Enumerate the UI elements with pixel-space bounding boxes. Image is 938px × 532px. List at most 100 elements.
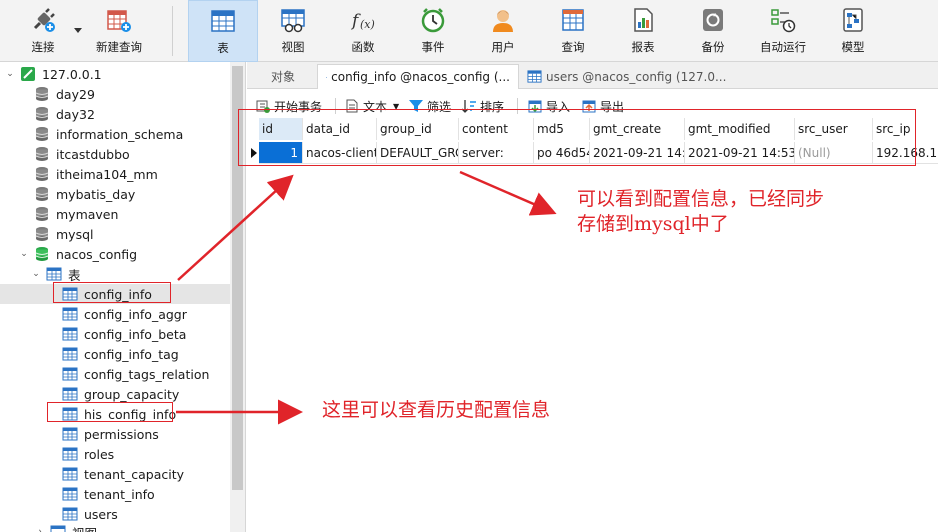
- table-icon: [62, 467, 78, 481]
- new-query-button[interactable]: 新建查询: [90, 0, 148, 62]
- collapse-icon[interactable]: ⌄: [18, 249, 30, 259]
- database-icon: [35, 127, 49, 141]
- collapse-icon[interactable]: ⌄: [30, 269, 42, 279]
- tree-database-itheima104-mm[interactable]: itheima104_mm: [34, 164, 158, 184]
- database-icon: [35, 227, 49, 241]
- database-icon: [35, 207, 49, 221]
- tree-table-config-info-beta[interactable]: config_info_beta: [62, 324, 186, 344]
- table-name: config_info_beta: [84, 326, 187, 342]
- collapse-icon[interactable]: ⌄: [4, 69, 16, 79]
- report-icon: [634, 8, 653, 32]
- tree-database-day29[interactable]: day29: [34, 84, 95, 104]
- event-button[interactable]: 事件: [403, 0, 463, 62]
- user-icon: [493, 10, 513, 32]
- folder-name: 表: [68, 267, 81, 283]
- tree-table-permissions[interactable]: permissions: [62, 424, 159, 444]
- tab-users[interactable]: users @nacos_config (127.0...: [519, 64, 734, 89]
- function-icon: f (x): [350, 11, 375, 31]
- annotation-note-2: 这里可以查看历史配置信息: [322, 399, 551, 421]
- table-name: tenant_info: [84, 486, 155, 502]
- table-icon: [527, 70, 542, 83]
- tree-table-roles[interactable]: roles: [62, 444, 114, 464]
- new-query-label: 新建查询: [96, 40, 142, 54]
- function-label: 函数: [351, 40, 375, 54]
- auto-run-icon: [771, 9, 796, 33]
- tree-table-users[interactable]: users: [62, 504, 118, 524]
- auto-run-button[interactable]: 自动运行: [753, 0, 813, 62]
- database-icon: [35, 87, 49, 101]
- database-icon: [35, 147, 49, 161]
- table-icon: [211, 10, 235, 32]
- table-button[interactable]: 表: [188, 0, 258, 62]
- connect-button[interactable]: 连接: [14, 0, 72, 62]
- database-name: mymaven: [56, 206, 119, 222]
- tree-database-information-schema[interactable]: information_schema: [34, 124, 183, 144]
- toolbar-divider: [172, 6, 173, 56]
- tree-connection[interactable]: ⌄ 127.0.0.1: [4, 64, 101, 84]
- view-icon: [50, 525, 66, 532]
- tab-bar: 对象 config_info @nacos_config (... users …: [247, 62, 938, 89]
- query-button[interactable]: 查询: [543, 0, 603, 62]
- tree-folder-views[interactable]: › 视图: [34, 522, 97, 532]
- tree-table-group-capacity[interactable]: group_capacity: [62, 384, 179, 404]
- model-label: 模型: [841, 40, 865, 54]
- table-icon: [62, 347, 78, 361]
- tree-table-config-info-aggr[interactable]: config_info_aggr: [62, 304, 187, 324]
- main-toolbar: 连接 新建查询 表 视图 f (x) 函数 事件 用户 查询 报表 备份 自动运…: [0, 0, 938, 62]
- tab-label: 对象: [271, 70, 296, 84]
- backup-button[interactable]: 备份: [683, 0, 743, 62]
- annotation-note-1-line-1: 可以看到配置信息，已经同步: [577, 188, 825, 210]
- tree-database-nacos-config[interactable]: ⌄ nacos_config: [18, 244, 137, 264]
- database-icon: [35, 107, 49, 121]
- table-name: permissions: [84, 426, 159, 442]
- table-icon: [62, 307, 78, 321]
- database-icon: [35, 167, 49, 181]
- plug-connect-icon: [33, 8, 55, 32]
- table-icon: [62, 367, 78, 381]
- table-icon: [62, 487, 78, 501]
- database-name: day29: [56, 86, 95, 102]
- tab-objects[interactable]: 对象: [263, 64, 303, 89]
- query-icon: [562, 9, 584, 31]
- table-label: 表: [217, 41, 229, 55]
- auto-run-label: 自动运行: [760, 40, 806, 54]
- table-icon: [62, 387, 78, 401]
- tree-table-tenant-info[interactable]: tenant_info: [62, 484, 155, 504]
- table-name: config_info_tag: [84, 346, 179, 362]
- expand-icon[interactable]: ›: [34, 527, 46, 532]
- database-icon: [35, 187, 49, 201]
- user-button[interactable]: 用户: [473, 0, 533, 62]
- tree-database-mysql[interactable]: mysql: [34, 224, 94, 244]
- new-query-icon: [107, 10, 131, 32]
- model-button[interactable]: 模型: [823, 0, 883, 62]
- tree-database-day32[interactable]: day32: [34, 104, 95, 124]
- user-label: 用户: [491, 40, 515, 54]
- clock-event-icon: [421, 8, 445, 33]
- table-icon: [62, 507, 78, 521]
- highlight-box-grid: [238, 109, 916, 166]
- view-button[interactable]: 视图: [263, 0, 323, 62]
- report-button[interactable]: 报表: [613, 0, 673, 62]
- tree-database-itcastdubbo[interactable]: itcastdubbo: [34, 144, 130, 164]
- table-name: config_tags_relation: [84, 366, 210, 382]
- tree-database-mymaven[interactable]: mymaven: [34, 204, 118, 224]
- database-open-icon: [35, 247, 49, 261]
- table-icon: [46, 267, 62, 281]
- tab-label: users @nacos_config (127.0...: [546, 69, 727, 84]
- database-name: nacos_config: [56, 246, 138, 262]
- tree-table-config-info-tag[interactable]: config_info_tag: [62, 344, 179, 364]
- tree-table-config-tags-relation[interactable]: config_tags_relation: [62, 364, 209, 384]
- database-name: itheima104_mm: [56, 166, 158, 182]
- database-name: information_schema: [56, 126, 184, 142]
- highlight-box-his-config-info: [47, 402, 173, 422]
- tree-folder-tables[interactable]: ⌄ 表: [30, 264, 81, 284]
- backup-icon: [703, 9, 723, 31]
- table-name: users: [84, 506, 118, 522]
- tree-database-mybatis-day[interactable]: mybatis_day: [34, 184, 135, 204]
- event-label: 事件: [421, 40, 445, 54]
- function-button[interactable]: f (x) 函数: [333, 0, 393, 62]
- chevron-down-icon[interactable]: [74, 28, 82, 33]
- tab-config-info[interactable]: config_info @nacos_config (...: [317, 64, 519, 89]
- connect-label: 连接: [31, 40, 55, 54]
- tree-table-tenant-capacity[interactable]: tenant_capacity: [62, 464, 184, 484]
